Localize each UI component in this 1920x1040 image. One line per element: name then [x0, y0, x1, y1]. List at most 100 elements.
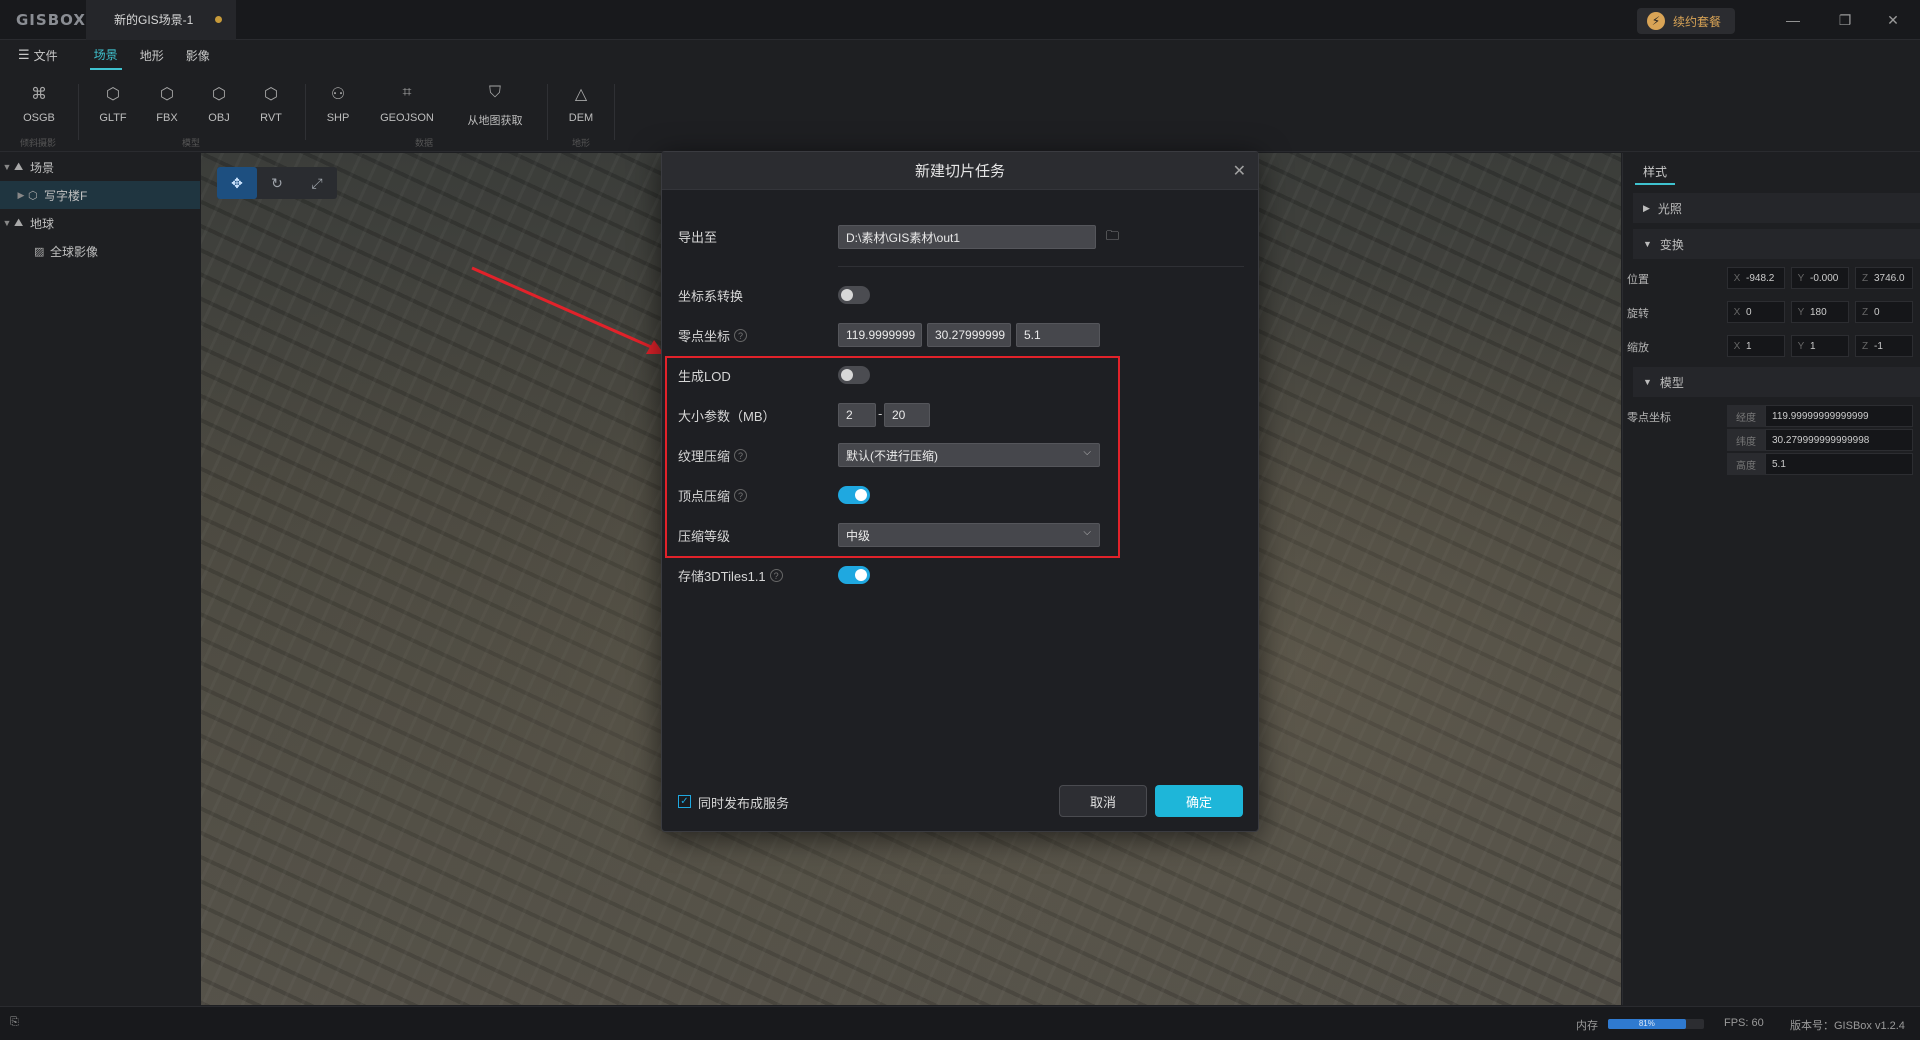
tool-geojson[interactable]: ⌗ GEOJSON	[377, 84, 437, 124]
zero-point-label: 零点坐标?	[678, 326, 748, 345]
position-y-value: -0.000	[1810, 272, 1839, 284]
height-field[interactable]: 高度 5.1	[1727, 453, 1913, 475]
cube-icon: ⬡	[212, 86, 226, 103]
zero-z-input[interactable]: 5.1	[1016, 323, 1100, 347]
folder-icon[interactable]: 🗀	[1106, 227, 1119, 249]
annotation-highlight-box	[665, 356, 1120, 558]
zero-y-input[interactable]: 30.27999999	[927, 323, 1011, 347]
chevron-right-icon[interactable]: ▶	[14, 190, 28, 201]
help-icon[interactable]: ?	[769, 569, 783, 582]
publish-label: 同时发布成服务	[698, 796, 790, 811]
new-tile-task-dialog: 新建切片任务 ✕ 导出至 D:\素材\GIS素材\out1 🗀 坐标系转换 零点…	[661, 151, 1259, 832]
viewport-tools: ✥ ↻ ⤢	[217, 167, 337, 199]
tool-shp[interactable]: ⚇ SHP	[308, 84, 368, 124]
section-model[interactable]: ▼ 模型	[1633, 367, 1920, 397]
latitude-field[interactable]: 纬度 30.279999999999998	[1727, 429, 1913, 451]
title-bar: GISBOX 新的GIS场景-1 ⚡ 续约套餐 — ❐ ✕	[0, 0, 1920, 40]
tool-from-map[interactable]: ⛉ 从地图获取	[460, 84, 530, 128]
version-label: 版本号：GISBox v1.2.4	[1790, 1020, 1905, 1032]
tool-rvt[interactable]: ⬡ RVT	[241, 84, 301, 124]
section-lighting-label: 光照	[1657, 201, 1682, 216]
tool-gltf[interactable]: ⬡ GLTF	[83, 84, 143, 124]
axis-x-label: X	[1733, 272, 1741, 284]
tab-terrain[interactable]: 地形	[136, 40, 168, 70]
move-tool-icon[interactable]: ✥	[217, 167, 257, 199]
document-tab[interactable]: 新的GIS场景-1	[86, 0, 237, 40]
tool-fbx-label: FBX	[156, 112, 178, 124]
scale-tool-icon[interactable]: ⤢	[297, 167, 337, 199]
publish-checkbox[interactable]: ✓	[678, 795, 691, 808]
memory-label: 内存	[1576, 1020, 1598, 1032]
tree-node-earth[interactable]: ▼ ⛰ 地球	[0, 209, 200, 237]
unsaved-dot-icon	[215, 16, 223, 23]
file-menu[interactable]: ☰ 文件	[14, 40, 62, 70]
vector-icon: ⚇	[330, 86, 346, 103]
log-icon[interactable]: ⎘	[10, 1016, 19, 1029]
height-label: 高度	[1727, 453, 1765, 475]
divider	[838, 266, 1244, 267]
toggle-knob	[855, 569, 867, 581]
restore-button[interactable]: ❐	[1818, 0, 1872, 40]
tree-node-building[interactable]: ▶ ⬡ 写字楼F	[0, 181, 200, 209]
close-button[interactable]: ✕	[1866, 0, 1920, 40]
axis-z-label: Z	[1861, 272, 1869, 284]
store-toggle[interactable]	[838, 566, 870, 584]
rotation-z-field[interactable]: Z0	[1855, 301, 1913, 323]
close-icon[interactable]: ✕	[1233, 161, 1246, 181]
zero-x-input[interactable]: 119.9999999	[838, 323, 922, 347]
longitude-value: 119.99999999999999	[1765, 405, 1913, 427]
rotation-y-field[interactable]: Y 180	[1791, 301, 1849, 323]
image-layer-icon: ▨	[34, 245, 45, 258]
tool-obj[interactable]: ⬡ OBJ	[189, 84, 249, 124]
tab-imagery[interactable]: 影像	[182, 40, 214, 70]
section-transform[interactable]: ▼ 变换	[1633, 229, 1920, 259]
scale-z-field[interactable]: Z -1	[1855, 335, 1913, 357]
chevron-down-icon[interactable]: ▼	[0, 162, 14, 172]
fps-readout: FPS: 60	[1724, 1017, 1764, 1029]
annotation-arrow	[471, 266, 664, 354]
minimize-button[interactable]: —	[1766, 0, 1820, 40]
scale-x-field[interactable]: X1	[1727, 335, 1785, 357]
crs-label: 坐标系转换	[678, 289, 744, 304]
rotation-label: 旋转	[1627, 308, 1649, 320]
height-value: 5.1	[1765, 453, 1913, 475]
position-y-field[interactable]: Y -0.000	[1791, 267, 1849, 289]
chevron-down-icon[interactable]: ▼	[0, 218, 14, 228]
memory-bar: 81%	[1608, 1019, 1704, 1029]
section-lighting[interactable]: ▶ 光照	[1633, 193, 1920, 223]
cancel-button[interactable]: 取消	[1059, 785, 1147, 817]
crs-toggle[interactable]	[838, 286, 870, 304]
confirm-button[interactable]: 确定	[1155, 785, 1243, 817]
tree-node-scene[interactable]: ▼ ⛰ 场景	[0, 153, 200, 181]
toolbar-divider	[614, 84, 615, 140]
earth-icon: ⛰	[14, 216, 24, 229]
memory-bar-fill: 81%	[1608, 1019, 1686, 1029]
axis-z-label: Z	[1861, 340, 1869, 352]
tab-style[interactable]: 样式	[1635, 159, 1676, 185]
position-z-field[interactable]: Z 3746.0	[1855, 267, 1913, 289]
tree-node-imagery[interactable]: ▨ 全球影像	[0, 237, 200, 265]
position-x-field[interactable]: X -948.2	[1727, 267, 1785, 289]
chevron-down-icon: ▼	[1643, 239, 1652, 249]
properties-panel: 样式 ▶ 光照 ▼ 变换 位置 X -948.2 Y -0.000 Z 3746.0 旋转…	[1622, 153, 1920, 1005]
rotation-x-field[interactable]: X0	[1727, 301, 1785, 323]
tool-obj-label: OBJ	[208, 112, 230, 124]
renew-button[interactable]: ⚡ 续约套餐	[1636, 8, 1735, 34]
cube-icon: ⬡	[28, 189, 38, 202]
axis-x-label: X	[1733, 340, 1741, 352]
tool-fbx[interactable]: ⬡ FBX	[137, 84, 197, 124]
rotation-z-value: 0	[1874, 306, 1880, 318]
scale-y-field[interactable]: Y1	[1791, 335, 1849, 357]
tool-dem[interactable]: △ DEM	[551, 84, 611, 124]
longitude-field[interactable]: 经度 119.99999999999999	[1727, 405, 1913, 427]
rotate-tool-icon[interactable]: ↻	[257, 167, 297, 199]
tool-osgb[interactable]: ⌘ OSGB	[9, 84, 69, 124]
tab-scene[interactable]: 场景	[89, 40, 122, 70]
cube-icon: ⬡	[106, 86, 120, 103]
export-label: 导出至	[678, 230, 718, 245]
menu-bar: ☰ 文件 场景 地形 影像	[0, 40, 1920, 70]
lightning-icon: ⚡	[1646, 12, 1665, 30]
help-icon[interactable]: ?	[734, 329, 748, 342]
tool-shp-label: SHP	[326, 112, 350, 124]
export-path-input[interactable]: D:\素材\GIS素材\out1	[838, 225, 1096, 249]
